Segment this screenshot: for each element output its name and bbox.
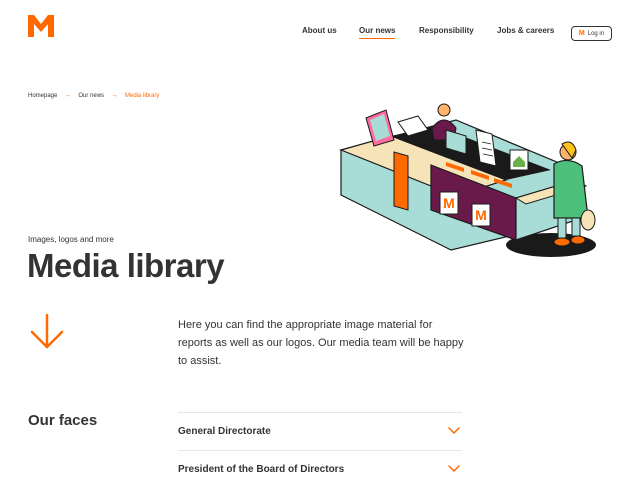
breadcrumb-our-news[interactable]: Our news [78,93,104,99]
nav-item-responsibility[interactable]: Responsibility [419,26,474,35]
arrow-right-icon: → [111,92,119,99]
brand-logo[interactable] [28,15,54,37]
intro-text: Here you can find the appropriate image … [178,319,464,367]
login-label: Log in [587,30,605,37]
page-title: Media library [27,247,225,284]
nav-item-our-news[interactable]: Our news [359,26,396,39]
login-logo-icon: M [578,30,585,37]
breadcrumb: Homepage → Our news → Media library [28,92,159,99]
accordion-item-president-board[interactable]: President of the Board of Directors [178,450,462,480]
nav-item-about-us[interactable]: About us [302,26,337,35]
chevron-down-icon [448,427,460,434]
login-button[interactable]: M Log in [571,26,612,41]
bag-logo-left: M [443,195,455,211]
arrow-down-icon [30,313,64,349]
chevron-down-icon [448,465,460,472]
page-eyebrow: Images, logos and more [28,235,114,244]
breadcrumb-homepage[interactable]: Homepage [28,93,57,99]
accordion-label: President of the Board of Directors [178,464,345,475]
accordion-item-general-directorate[interactable]: General Directorate [178,412,462,450]
arrow-right-icon: → [64,92,72,99]
accordion-label: General Directorate [178,426,271,437]
section-title-our-faces: Our faces [28,412,98,429]
media-desk-illustration: M M [339,103,596,257]
breadcrumb-media-library: Media library [125,92,160,99]
faces-accordion: General Directorate President of the Boa… [178,412,462,480]
nav-item-jobs-careers[interactable]: Jobs & careers [497,26,554,35]
bag-logo-right: M [475,207,487,223]
